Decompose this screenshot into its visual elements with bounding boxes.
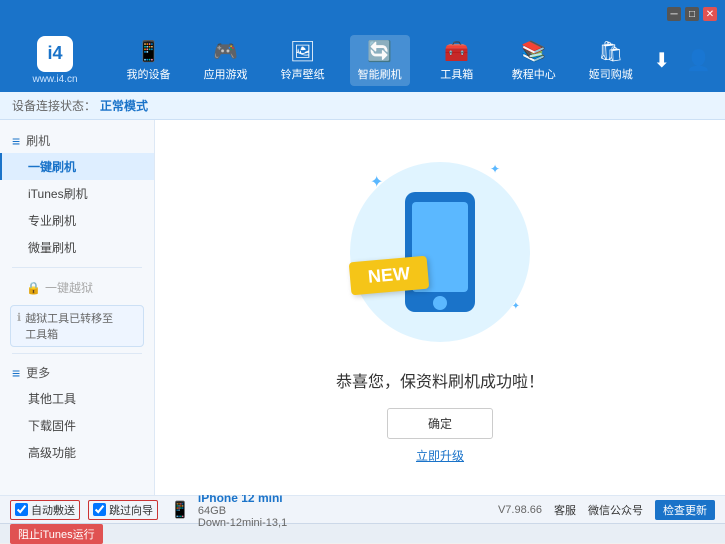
success-illustration: ✦ ✦ ✦ NEW <box>340 152 540 352</box>
more-section-icon: ≡ <box>12 365 20 381</box>
nav-wallpaper-label: 铃声壁纸 <box>281 66 325 82</box>
info-icon: ℹ <box>17 311 21 324</box>
phone-button <box>433 296 447 310</box>
service-link[interactable]: 客服 <box>554 502 576 518</box>
sparkle-1: ✦ <box>370 172 383 192</box>
titlebar: ─ □ ✕ <box>0 0 725 28</box>
again-link[interactable]: 立即升级 <box>416 447 464 464</box>
minimize-button[interactable]: ─ <box>667 7 681 21</box>
status-label: 设备连接状态： <box>12 97 96 114</box>
confirm-button[interactable]: 确定 <box>387 408 493 439</box>
wechat-link[interactable]: 微信公众号 <box>588 502 643 518</box>
success-title: 恭喜您，保资料刷机成功啦！ <box>336 368 544 392</box>
logo-icon: i4 <box>37 36 73 72</box>
sidebar-section-more[interactable]: ≡ 更多 <box>0 360 154 385</box>
version-text: V7.98.66 <box>498 504 542 516</box>
toolbox-icon: 🧰 <box>444 39 469 64</box>
nav-apps-label: 应用游戏 <box>204 66 248 82</box>
nav-tutorials-label: 教程中心 <box>512 66 556 82</box>
skip-wizard-input[interactable] <box>93 503 106 516</box>
status-value: 正常模式 <box>100 97 148 114</box>
my-device-icon: 📱 <box>136 39 161 64</box>
sidebar-section-flash[interactable]: ≡ 刷机 <box>0 128 154 153</box>
logo-area: i4 www.i4.cn <box>10 36 100 85</box>
itunes-label: iTunes刷机 <box>28 187 88 201</box>
nav-wallpaper[interactable]: 🖼 铃声壁纸 <box>273 35 333 86</box>
nav-toolbox[interactable]: 🧰 工具箱 <box>427 35 487 86</box>
lock-icon: 🔒 <box>26 281 41 295</box>
sidebar-item-download-firmware[interactable]: 下载固件 <box>0 412 154 439</box>
nav-right: ⬇ 👤 <box>649 44 715 77</box>
sidebar-item-one-click[interactable]: 一键刷机 <box>0 153 154 180</box>
auto-send-input[interactable] <box>15 503 28 516</box>
auto-send-checkbox[interactable]: 自动敷送 <box>10 500 80 520</box>
titlebar-controls: ─ □ ✕ <box>667 7 717 21</box>
auto-send-label: 自动敷送 <box>31 502 75 518</box>
one-click-label: 一键刷机 <box>28 160 76 174</box>
nav-store[interactable]: 🛍 姬司购城 <box>581 35 641 86</box>
update-button[interactable]: 检查更新 <box>655 500 715 520</box>
other-tools-label: 其他工具 <box>28 392 76 406</box>
nav-toolbox-label: 工具箱 <box>440 66 473 82</box>
advanced-label: 高级功能 <box>28 446 76 460</box>
skip-wizard-checkbox[interactable]: 跳过向导 <box>88 500 158 520</box>
bottombar-right: V7.98.66 客服 微信公众号 检查更新 <box>498 500 715 520</box>
close-button[interactable]: ✕ <box>703 7 717 21</box>
sidebar-section-jailbreak: 🔒 一键越狱 <box>0 274 154 301</box>
nav-items: 📱 我的设备 🎮 应用游戏 🖼 铃声壁纸 🔄 智能刷机 🧰 工具箱 📚 教程中心… <box>110 35 649 86</box>
phone-shape <box>405 192 475 312</box>
pro-label: 专业刷机 <box>28 214 76 228</box>
sidebar-item-pro[interactable]: 专业刷机 <box>0 207 154 234</box>
sidebar: ≡ 刷机 一键刷机 iTunes刷机 专业刷机 微量刷机 🔒 一键越狱 ℹ 越狱… <box>0 120 155 495</box>
nav-apps[interactable]: 🎮 应用游戏 <box>196 35 256 86</box>
sidebar-notice-jailbreak: ℹ 越狱工具已转移至工具箱 <box>10 305 144 347</box>
main-layout: ≡ 刷机 一键刷机 iTunes刷机 专业刷机 微量刷机 🔒 一键越狱 ℹ 越狱… <box>0 120 725 495</box>
more-section-label: 更多 <box>26 364 50 381</box>
logo-sub: www.i4.cn <box>32 74 77 85</box>
nav-store-label: 姬司购城 <box>589 66 633 82</box>
skip-wizard-label: 跳过向导 <box>109 502 153 518</box>
wallpaper-icon: 🖼 <box>290 39 315 64</box>
bottombar: 自动敷送 跳过向导 📱 iPhone 12 mini 64GB Down-12m… <box>0 495 725 523</box>
stop-itunes-button[interactable]: 阻止iTunes运行 <box>10 524 103 544</box>
device-capacity: 64GB <box>198 505 287 517</box>
smart-flash-icon: 🔄 <box>367 39 392 64</box>
sidebar-divider-2 <box>12 353 142 354</box>
maximize-button[interactable]: □ <box>685 7 699 21</box>
nav-smart-flash[interactable]: 🔄 智能刷机 <box>350 35 410 86</box>
flash-section-icon: ≡ <box>12 133 20 149</box>
sidebar-item-save-data[interactable]: 微量刷机 <box>0 234 154 261</box>
sidebar-item-other-tools[interactable]: 其他工具 <box>0 385 154 412</box>
sparkle-2: ✦ <box>490 162 500 176</box>
download-firmware-label: 下载固件 <box>28 419 76 433</box>
nav-tutorials[interactable]: 📚 教程中心 <box>504 35 564 86</box>
nav-my-device-label: 我的设备 <box>127 66 171 82</box>
content-area: ✦ ✦ ✦ NEW 恭喜您，保资料刷机成功啦！ 确定 立即升级 <box>155 120 725 495</box>
sidebar-item-advanced[interactable]: 高级功能 <box>0 439 154 466</box>
notice-text: 越狱工具已转移至工具箱 <box>25 310 113 342</box>
store-icon: 🛍 <box>598 39 623 64</box>
nav-my-device[interactable]: 📱 我的设备 <box>119 35 179 86</box>
sidebar-item-itunes[interactable]: iTunes刷机 <box>0 180 154 207</box>
save-data-label: 微量刷机 <box>28 241 76 255</box>
new-badge: NEW <box>349 255 430 295</box>
nav-smart-flash-label: 智能刷机 <box>358 66 402 82</box>
jailbreak-label: 一键越狱 <box>45 279 93 296</box>
download-button[interactable]: ⬇ <box>649 44 674 77</box>
user-button[interactable]: 👤 <box>682 44 715 77</box>
apps-icon: 🎮 <box>213 39 238 64</box>
device-icon: 📱 <box>170 500 190 520</box>
header: i4 www.i4.cn 📱 我的设备 🎮 应用游戏 🖼 铃声壁纸 🔄 智能刷机… <box>0 28 725 92</box>
flash-section-label: 刷机 <box>26 132 50 149</box>
sparkle-3: ✦ <box>512 301 520 312</box>
sidebar-divider-1 <box>12 267 142 268</box>
statusbar: 设备连接状态： 正常模式 <box>0 92 725 120</box>
tutorials-icon: 📚 <box>521 39 546 64</box>
